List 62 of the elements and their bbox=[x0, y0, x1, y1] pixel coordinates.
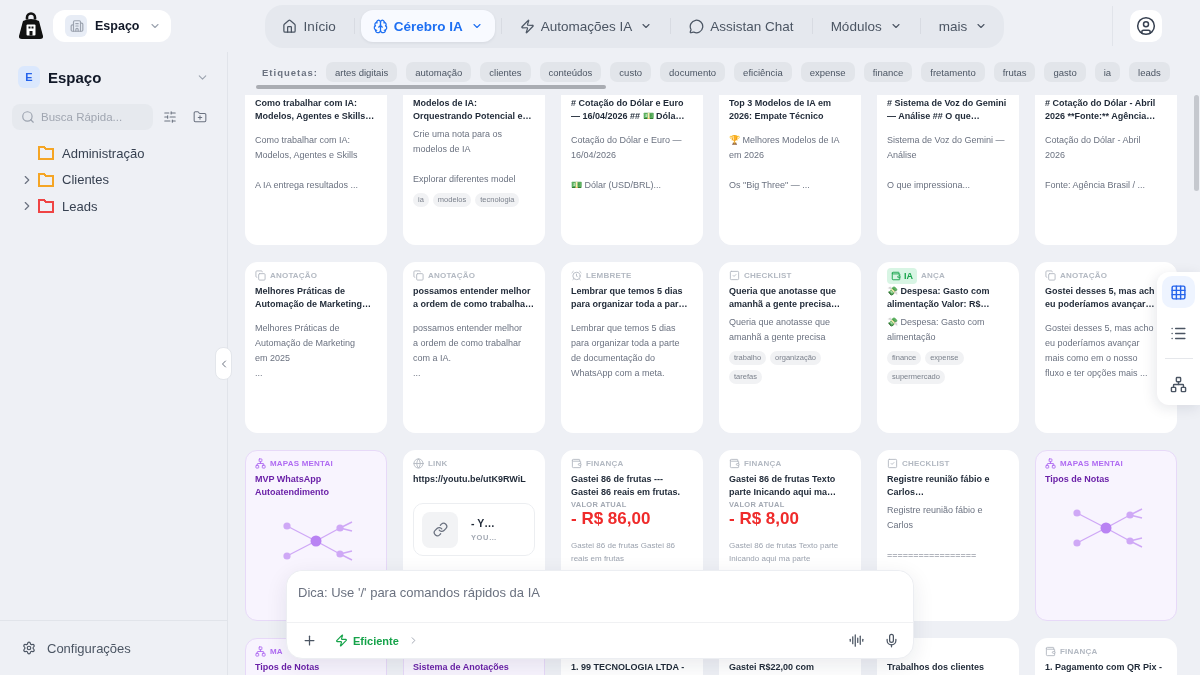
tags-label: Etiquetas: bbox=[262, 66, 318, 78]
card-preview: possamos entender melhor a ordem de como trabalhar com a IA. ... bbox=[413, 322, 523, 380]
card-title: 1. Pagamento com QR Pix - bbox=[1045, 661, 1163, 674]
card-type-label: FINANÇA bbox=[744, 459, 782, 468]
card-type-label: CHECKLIST bbox=[902, 459, 950, 468]
card-title: Gastei R$22,00 com bbox=[729, 661, 815, 674]
card-preview: Crie uma nota para os modelos de IA Explorar diferentes model bbox=[413, 128, 516, 186]
card-preview: Melhores Práticas de Automação de Marketing em 2025 ... bbox=[255, 322, 356, 380]
card-title: # Cotação do Dólar e Euro — 16/04/2026 ## 💵 Dóla… bbox=[571, 97, 685, 123]
folder-label: Leads bbox=[62, 198, 98, 214]
card-type-label: ANOTAÇÃO bbox=[428, 271, 476, 280]
card-type-label: FINANÇA bbox=[1060, 647, 1098, 656]
card-type-label: MAPAS MENTAI bbox=[270, 459, 333, 468]
card-title: Gastei 86 de frutas Texto parte Inicando aqui ma… bbox=[729, 473, 837, 499]
card-title: # Sistema de Voz do Gemini — Análise ## O que… bbox=[887, 97, 1007, 123]
card-preview: Cotação do Dólar - Abril 2026 Fonte: Agência Brasil / ... bbox=[1045, 134, 1146, 192]
card-title: Lembrar que temos 5 dias para organizar toda a par… bbox=[571, 285, 688, 311]
card-type-label: CHECKLIST bbox=[744, 271, 792, 280]
card-type-label: MAPAS MENTAI bbox=[1060, 459, 1123, 468]
card-detail: Gastei 86 de frutas Gastei 86 reais em frutas bbox=[571, 540, 676, 565]
card-title: Trabalhos dos clientes bbox=[887, 661, 985, 674]
card-type-label: MA bbox=[270, 647, 283, 656]
card-title: Tipos de Notas bbox=[255, 661, 320, 674]
card-title: 💸 Despesa: Gasto com alimentação Valor: R$… bbox=[887, 285, 990, 311]
amount-value: - R$ 8,00 bbox=[729, 509, 799, 529]
card-title: Como trabalhar com IA: Modelos, Agentes e Skills… bbox=[255, 97, 375, 123]
card-preview: Cotação do Dólar e Euro — 16/04/2026 💵 Dólar (USD/BRL)... bbox=[571, 134, 682, 192]
card-preview: Como trabalhar com IA: Modelos, Agentes e Skills A IA entrega resultados ... bbox=[255, 134, 359, 192]
card-detail: Gastei 86 de frutas Texto parte Inicando aqui ma parte bbox=[729, 540, 839, 565]
card-preview: 💸 Despesa: Gasto com alimentação bbox=[887, 316, 985, 344]
card-preview: Queria que anotasse que amanhã a gente precisa bbox=[729, 316, 831, 344]
card-type-label: LINK bbox=[428, 459, 448, 468]
card-preview: Lembrar que temos 5 dias para organizar toda a parte de documentação do WhatsApp com a meta. bbox=[571, 322, 680, 380]
card-type-label: ANÇA bbox=[921, 271, 945, 280]
card-title: Tipos de Notas bbox=[1045, 473, 1110, 486]
card-title: Modelos de IA: Orquestrando Potencial e… bbox=[413, 97, 532, 123]
card-type-label: FINANÇA bbox=[586, 459, 624, 468]
card-title: # Cotação do Dólar - Abril 2026 **Fonte:** Agência… bbox=[1045, 97, 1156, 123]
folder-label: Administração bbox=[62, 145, 145, 161]
card-title: Sistema de Anotações bbox=[413, 661, 509, 674]
space-avatar: E bbox=[18, 66, 40, 88]
card-title: 1. 99 TECNOLOGIA LTDA - bbox=[571, 661, 685, 674]
card-type-label: LEMBRETE bbox=[586, 271, 632, 280]
card-title: Top 3 Modelos de IA em 2026: Empate Técnico bbox=[729, 97, 831, 123]
folder-label: Clientes bbox=[62, 172, 109, 188]
card-preview: Gostei desses 5, mas acho eu poderíamos avançar mais como em o nosso fluxo e ter opções mais ... bbox=[1045, 322, 1154, 380]
card-title: Queria que anotasse que amanhã a gente precisa… bbox=[729, 285, 841, 311]
card-title: Melhores Práticas de Automação de Marketing… bbox=[255, 285, 372, 311]
card-preview: Registre reunião fábio e Carlos ================= bbox=[887, 504, 983, 562]
card-title: Gostei desses 5, mas ach eu poderíamos avançar… bbox=[1045, 285, 1155, 311]
card-type-label: ANOTAÇÃO bbox=[270, 271, 318, 280]
link-preview-title: - Y… bbox=[471, 517, 495, 529]
card-type-label: ANOTAÇÃO bbox=[1060, 271, 1108, 280]
card-preview: Sistema de Voz do Gemini — Análise O que impressiona... bbox=[887, 134, 1005, 192]
card-title: https://youtu.be/utK9RWiL bbox=[413, 473, 526, 486]
card-title: Registre reunião fábio e Carlos… bbox=[887, 473, 990, 499]
card-preview: 🏆 Melhores Modelos de IA em 2026 Os "Big Three" — ... bbox=[729, 134, 840, 192]
card-title: Gastei 86 de frutas --- Gastei 86 reais em frutas. bbox=[571, 473, 681, 499]
card-title: possamos entender melhor a ordem de como trabalha… bbox=[413, 285, 535, 311]
ai-badge-label: IA bbox=[904, 270, 913, 281]
amount-value: - R$ 86,00 bbox=[571, 509, 651, 529]
card-title: MVP WhatsApp Autoatendimento bbox=[255, 473, 329, 499]
